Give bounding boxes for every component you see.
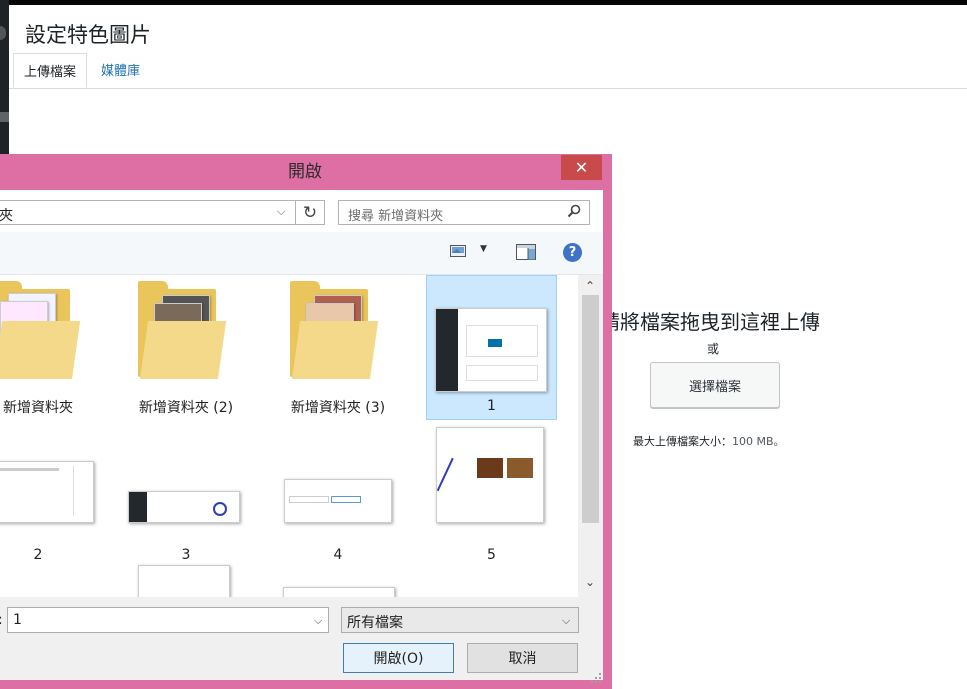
tab-upload-files[interactable]: 上傳檔案 xyxy=(13,53,88,88)
dialog-footer: : 1 ⌵ 所有檔案 ⌵ 開啟(O) 取消 xyxy=(0,597,603,680)
search-placeholder: 搜尋 新增資料夾 xyxy=(348,209,444,224)
folder-icon xyxy=(290,281,379,379)
refresh-icon: ↻ xyxy=(302,202,318,223)
scroll-down-icon[interactable]: ⌄ xyxy=(585,575,595,589)
open-file-dialog: 開啟 ✕ 夾 ⌵ ↻ 搜尋 新增資料夾 ▼ ? 新增資料夾 新增資料夾 (2) … xyxy=(0,154,612,689)
file-item-label: 新增資料夾 (3) xyxy=(290,400,386,416)
folder-icon xyxy=(0,281,81,379)
view-menu-chevron-icon[interactable]: ▼ xyxy=(480,244,487,254)
filetype-select[interactable]: 所有檔案 ⌵ xyxy=(341,607,579,633)
file-item-label: 4 xyxy=(333,547,343,563)
admin-sidebar-edge xyxy=(0,0,9,155)
file-item[interactable]: 新增資料夾 xyxy=(0,275,98,425)
folder-icon xyxy=(138,281,227,379)
search-icon xyxy=(567,204,581,218)
max-upload-size: 最大上傳檔案大小：100 MB。 xyxy=(633,433,785,449)
open-button[interactable]: 開啟(O) xyxy=(343,643,454,673)
cancel-button[interactable]: 取消 xyxy=(467,643,578,673)
tab-media-library[interactable]: 媒體庫 xyxy=(91,53,150,88)
file-item[interactable]: 新增資料夾 (3) xyxy=(278,275,398,425)
drop-zone-title: 請將檔案拖曳到這裡上傳 xyxy=(600,310,820,334)
refresh-button[interactable]: ↻ xyxy=(296,200,325,225)
media-tabs: 上傳檔案 媒體庫 xyxy=(9,53,967,89)
image-thumbnail xyxy=(0,461,94,523)
image-thumbnail xyxy=(284,479,392,523)
search-input[interactable]: 搜尋 新增資料夾 xyxy=(338,200,590,225)
dialog-title: 開啟 xyxy=(288,162,322,182)
filename-input[interactable]: 1 ⌵ xyxy=(7,607,329,633)
dialog-body: 夾 ⌵ ↻ 搜尋 新增資料夾 ▼ ? 新增資料夾 新增資料夾 (2) 新增資料夾… xyxy=(0,190,603,680)
chevron-down-icon[interactable]: ⌵ xyxy=(277,205,285,219)
file-item-label: 新增資料夾 xyxy=(3,400,73,416)
file-item[interactable]: 2 xyxy=(0,425,98,575)
help-icon[interactable]: ? xyxy=(563,243,582,262)
image-thumbnail xyxy=(128,491,240,523)
file-item[interactable]: 5 xyxy=(426,425,557,575)
address-text: 夾 xyxy=(0,208,13,224)
scrollbar-thumb[interactable] xyxy=(582,295,599,523)
resize-grip-icon[interactable] xyxy=(590,672,602,684)
filename-value: 1 xyxy=(13,612,22,628)
view-mode-icon[interactable] xyxy=(450,245,466,257)
chevron-down-icon[interactable]: ⌵ xyxy=(314,614,322,628)
sidebar-edge-mark xyxy=(0,26,6,40)
sidebar-edge-text xyxy=(0,112,9,122)
filetype-value: 所有檔案 xyxy=(347,615,403,631)
file-item[interactable]: 3 xyxy=(126,425,246,575)
file-item-label: 新增資料夾 (2) xyxy=(138,400,234,416)
file-item-label: 5 xyxy=(487,547,496,563)
file-list-scrollbar[interactable]: ⌃ ⌄ xyxy=(578,275,603,597)
address-bar[interactable]: 夾 ⌵ xyxy=(0,200,296,225)
file-item-selected[interactable]: 1 xyxy=(426,275,557,420)
max-size-label: 最大上傳檔案大小： xyxy=(633,435,732,448)
max-size-value: 100 MB。 xyxy=(732,435,785,448)
filename-label: : xyxy=(0,612,3,628)
file-item-label: 2 xyxy=(33,547,43,563)
file-item-label: 1 xyxy=(487,398,496,414)
preview-pane-icon[interactable] xyxy=(516,244,536,260)
image-thumbnail xyxy=(436,427,544,523)
chevron-down-icon[interactable]: ⌵ xyxy=(562,614,570,628)
file-item-label: 3 xyxy=(181,547,191,563)
file-item[interactable]: 新增資料夾 (2) xyxy=(126,275,246,425)
image-thumbnail xyxy=(435,308,547,392)
scroll-up-icon[interactable]: ⌃ xyxy=(585,279,595,293)
select-files-button[interactable]: 選擇檔案 xyxy=(650,362,780,408)
file-item[interactable]: 4 xyxy=(278,425,398,575)
file-list: 新增資料夾 新增資料夾 (2) 新增資料夾 (3) 1 2 3 4 5 xyxy=(0,275,578,609)
dialog-close-button[interactable]: ✕ xyxy=(561,155,602,180)
modal-title: 設定特色圖片 xyxy=(25,23,151,47)
close-icon: ✕ xyxy=(574,158,589,177)
drop-zone-or: 或 xyxy=(707,342,720,356)
dialog-toolbar: ▼ ? xyxy=(0,232,603,275)
